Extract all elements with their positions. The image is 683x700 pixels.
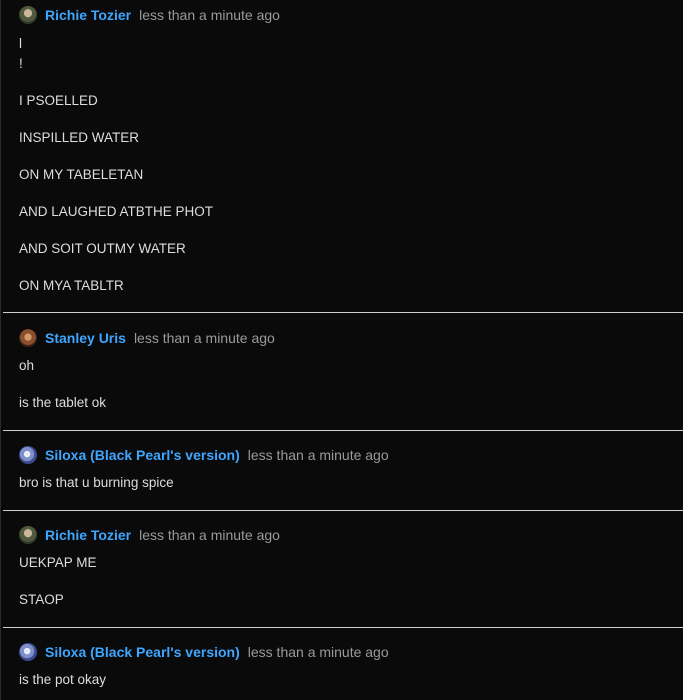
author-name[interactable]: Siloxa (Black Pearl's version) bbox=[45, 644, 240, 660]
message-timestamp: less than a minute ago bbox=[139, 527, 280, 543]
avatar[interactable] bbox=[19, 446, 37, 464]
message-text: oh bbox=[19, 358, 35, 373]
message-text: I PSOELLED bbox=[19, 93, 98, 108]
message-header: Stanley Uris less than a minute ago bbox=[19, 329, 275, 347]
message-text: UEKPAP ME bbox=[19, 555, 97, 570]
message-divider bbox=[3, 510, 683, 511]
message-divider bbox=[3, 312, 683, 313]
message-timestamp: less than a minute ago bbox=[139, 7, 280, 23]
message-text: STAOP bbox=[19, 592, 64, 607]
message-timestamp: less than a minute ago bbox=[133, 330, 275, 346]
message-text: ! bbox=[19, 56, 23, 71]
message-divider bbox=[3, 430, 683, 431]
avatar[interactable] bbox=[19, 643, 37, 661]
author-name[interactable]: Siloxa (Black Pearl's version) bbox=[45, 447, 240, 463]
avatar[interactable] bbox=[19, 6, 37, 24]
message-text: is the tablet ok bbox=[19, 395, 107, 410]
chat-log: Richie Tozier less than a minute ago l !… bbox=[0, 0, 683, 700]
message-text: AND SOIT OUTMY WATER bbox=[19, 241, 186, 256]
message-text: AND LAUGHED ATBTHE PHOT bbox=[19, 204, 214, 219]
message-text: bro is that u burning spice bbox=[19, 475, 174, 490]
avatar[interactable] bbox=[19, 329, 37, 347]
message-text: is the pot okay bbox=[19, 672, 107, 687]
author-name[interactable]: Stanley Uris bbox=[45, 330, 126, 346]
message-text: l bbox=[19, 36, 22, 51]
message-header: Siloxa (Black Pearl's version) less than… bbox=[19, 643, 389, 661]
message-text: ON MYA TABLTR bbox=[19, 278, 124, 293]
avatar[interactable] bbox=[19, 526, 37, 544]
author-name[interactable]: Richie Tozier bbox=[45, 7, 131, 23]
message-text: ON MY TABELETAN bbox=[19, 167, 144, 182]
message-text: INSPILLED WATER bbox=[19, 130, 140, 145]
message-header: Siloxa (Black Pearl's version) less than… bbox=[19, 446, 389, 464]
message-header: Richie Tozier less than a minute ago bbox=[19, 6, 280, 24]
author-name[interactable]: Richie Tozier bbox=[45, 527, 131, 543]
message-timestamp: less than a minute ago bbox=[247, 447, 389, 463]
message-timestamp: less than a minute ago bbox=[247, 644, 389, 660]
message-divider bbox=[3, 627, 683, 628]
message-header: Richie Tozier less than a minute ago bbox=[19, 526, 280, 544]
